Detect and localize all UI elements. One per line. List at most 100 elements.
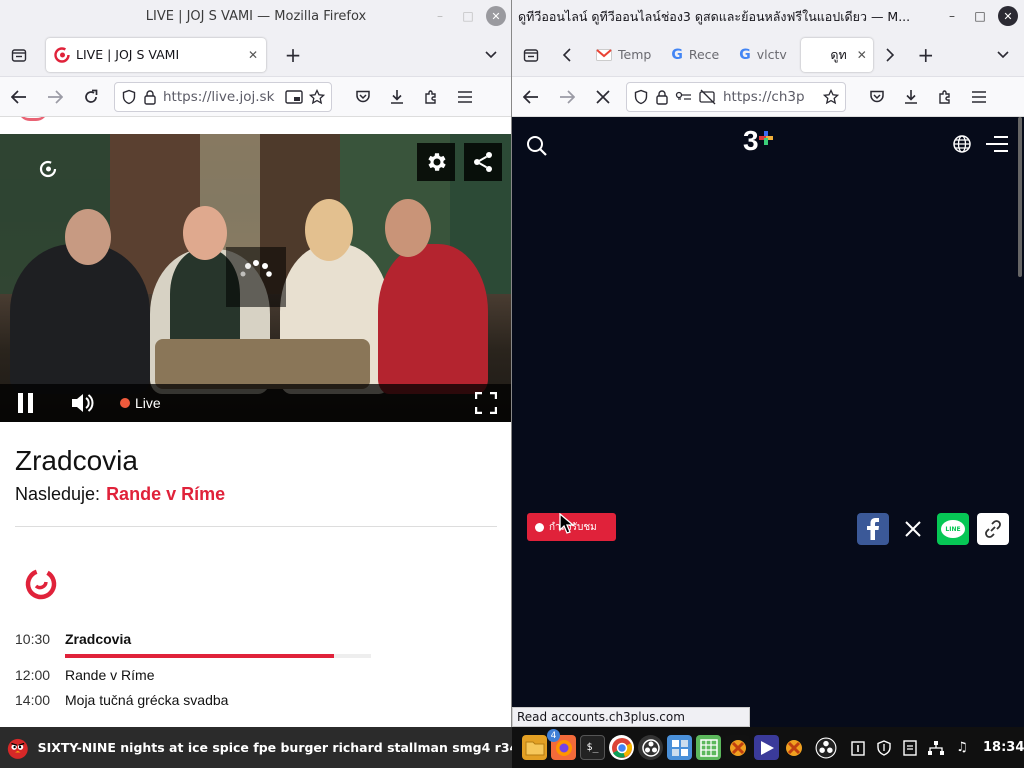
firefox-view-icon[interactable]	[516, 40, 546, 70]
video-player[interactable]: Live	[0, 134, 512, 422]
close-window-button[interactable]: ✕	[998, 6, 1018, 26]
schedule-row-current[interactable]: 10:30 Zradcovia	[15, 631, 131, 647]
scroll-tabs-left-icon[interactable]	[552, 40, 582, 70]
live-label: Live	[135, 395, 161, 411]
tab-joj-live[interactable]: LIVE | JOJ S VAMI ✕	[46, 37, 266, 72]
ch3plus-logo[interactable]: 3	[743, 125, 773, 157]
firefox-view-icon[interactable]	[4, 40, 34, 70]
forward-button[interactable]	[552, 82, 582, 112]
ch3plus-page: 3 กำลังรับชม LINE Read accounts.ch3plus.…	[512, 117, 1024, 727]
link-icon	[985, 520, 1001, 538]
new-tab-button[interactable]: +	[911, 40, 941, 70]
active-window-button[interactable]: SIXTY-NINE nights at ice spice fpe burge…	[0, 727, 512, 768]
downloads-icon[interactable]	[896, 82, 926, 112]
close-window-button[interactable]: ✕	[486, 6, 506, 26]
volume-button[interactable]	[62, 384, 102, 422]
schedule-row[interactable]: 14:00 Moja tučná grécka svadba	[15, 692, 228, 708]
reload-button[interactable]	[76, 82, 106, 112]
shield-icon[interactable]	[633, 89, 649, 105]
close-tab-icon[interactable]: ✕	[857, 48, 867, 62]
scroll-tabs-right-icon[interactable]	[875, 40, 905, 70]
loading-spinner	[226, 247, 286, 307]
gmail-icon	[596, 48, 612, 61]
left-titlebar[interactable]: LIVE | JOJ S VAMI — Mozilla Firefox – □ …	[0, 0, 512, 33]
notes-icon[interactable]	[899, 737, 921, 759]
extensions-icon[interactable]	[930, 82, 960, 112]
stop-icon	[596, 89, 610, 104]
copy-link-button[interactable]	[977, 513, 1009, 545]
back-button[interactable]	[516, 82, 546, 112]
app-grid-icon[interactable]	[667, 735, 692, 760]
tab-gmail[interactable]: Temp	[586, 38, 661, 72]
right-titlebar[interactable]: ดูทีวีออนไลน์ ดูทีวีออนไลน์ช่อง3 ดูสดและ…	[512, 0, 1024, 33]
minimize-button[interactable]: –	[430, 6, 450, 26]
url-bar[interactable]: https://ch3p	[626, 81, 846, 112]
maximize-button[interactable]: □	[458, 6, 478, 26]
language-globe-icon[interactable]	[952, 134, 972, 158]
back-button[interactable]	[4, 82, 34, 112]
schedule-time: 12:00	[15, 667, 51, 683]
list-all-tabs-icon[interactable]	[988, 40, 1018, 70]
live-dot	[120, 398, 130, 408]
facebook-share-button[interactable]	[857, 513, 889, 545]
spreadsheet-icon[interactable]	[696, 735, 721, 760]
pause-button[interactable]	[6, 384, 46, 422]
downloads-icon[interactable]	[382, 82, 412, 112]
new-tab-button[interactable]: +	[278, 40, 308, 70]
next-title-link[interactable]: Rande v Ríme	[106, 484, 225, 505]
minimize-button[interactable]: –	[942, 6, 962, 26]
forward-button[interactable]	[40, 82, 70, 112]
joj-page: Live Zradcovia Nasleduje: Rande v Ríme 1…	[0, 117, 512, 727]
firefox-taskbar-icon[interactable]: 4	[547, 729, 576, 760]
list-all-tabs-icon[interactable]	[476, 40, 506, 70]
shield-icon[interactable]	[121, 89, 137, 105]
extensions-icon[interactable]	[416, 82, 446, 112]
network-icon[interactable]	[925, 737, 947, 759]
fullscreen-button[interactable]	[466, 384, 506, 422]
lock-icon[interactable]	[655, 89, 669, 105]
tab-ch3plus-active[interactable]: ดูท ✕	[800, 37, 873, 72]
music-note-icon[interactable]: ♫	[951, 737, 973, 759]
schedule-row[interactable]: 12:00 Rande v Ríme	[15, 667, 154, 683]
schedule-title: Zradcovia	[65, 631, 132, 647]
tab-google-vlctv[interactable]: G vlctv	[729, 38, 797, 72]
media-player-icon[interactable]	[754, 735, 779, 760]
obs-tray-icon[interactable]	[815, 737, 837, 759]
terminal-icon[interactable]: $_	[580, 735, 605, 760]
clipboard-icon[interactable]	[847, 737, 869, 759]
obs-icon[interactable]	[638, 735, 663, 760]
facebook-icon	[867, 518, 879, 540]
close-tab-icon[interactable]: ✕	[248, 48, 258, 62]
bookmark-star-icon[interactable]	[309, 88, 325, 105]
scrollbar-thumb[interactable]	[1018, 117, 1022, 277]
pocket-icon[interactable]	[348, 82, 378, 112]
search-icon[interactable]	[526, 135, 548, 161]
schedule-time: 10:30	[15, 631, 51, 647]
chrome-icon[interactable]	[609, 735, 634, 760]
xmind-tray-icon[interactable]	[783, 737, 805, 759]
xmind-icon[interactable]	[725, 735, 750, 760]
picture-in-picture-icon[interactable]	[285, 89, 303, 105]
autoplay-blocked-icon[interactable]	[699, 89, 717, 105]
maximize-button[interactable]: □	[970, 6, 990, 26]
file-manager-icon[interactable]	[522, 735, 547, 760]
settings-button[interactable]	[417, 143, 455, 181]
menu-hamburger-icon[interactable]	[964, 82, 994, 112]
menu-hamburger-icon[interactable]	[450, 82, 480, 112]
permissions-icon[interactable]	[675, 90, 693, 104]
tab-google-recent[interactable]: G Rece	[661, 38, 729, 72]
share-button[interactable]	[464, 143, 502, 181]
status-bar: Read accounts.ch3plus.com	[512, 707, 750, 727]
lock-icon[interactable]	[143, 89, 157, 105]
bookmark-star-icon[interactable]	[823, 88, 839, 105]
main-menu-icon[interactable]	[984, 135, 1010, 157]
mouse-cursor-icon	[559, 513, 575, 534]
security-shield-icon[interactable]	[873, 737, 895, 759]
stop-loading-button[interactable]	[588, 82, 618, 112]
url-bar[interactable]: https://live.joj.sk	[114, 81, 332, 112]
line-share-button[interactable]: LINE	[937, 513, 969, 545]
x-share-button[interactable]	[897, 513, 929, 545]
pocket-icon[interactable]	[862, 82, 892, 112]
tab-label: Rece	[688, 47, 720, 62]
clock[interactable]: 18:34	[983, 740, 1024, 755]
